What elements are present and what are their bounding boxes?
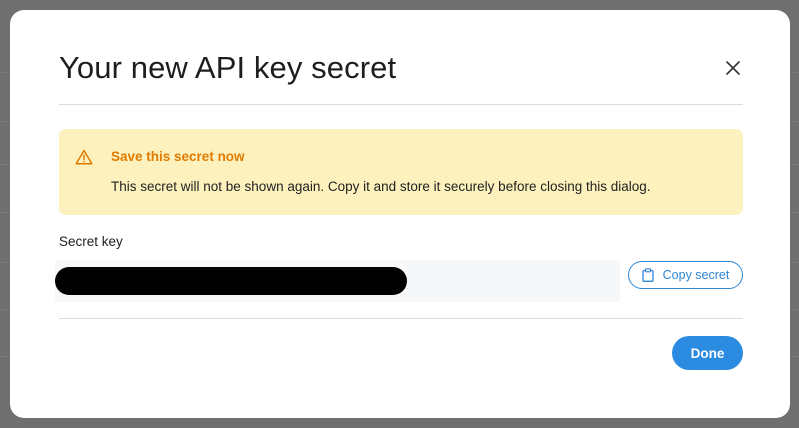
- copy-secret-label: Copy secret: [662, 268, 730, 282]
- dialog-title: Your new API key secret: [59, 50, 397, 85]
- close-icon[interactable]: [726, 61, 740, 75]
- secret-key-label: Secret key: [59, 234, 123, 249]
- copy-secret-button[interactable]: Copy secret: [628, 261, 743, 289]
- alert-message: This secret will not be shown again. Cop…: [111, 179, 651, 194]
- api-key-secret-dialog: Your new API key secret Save this secret…: [10, 10, 790, 418]
- secret-key-field[interactable]: [55, 260, 620, 302]
- clipboard-icon: [641, 268, 654, 282]
- footer-divider: [59, 318, 743, 319]
- secret-key-redaction: [55, 267, 407, 295]
- warning-alert: Save this secret now This secret will no…: [59, 129, 743, 215]
- header-divider: [59, 104, 743, 105]
- warning-icon: [75, 149, 93, 165]
- done-button[interactable]: Done: [672, 336, 743, 370]
- close-button[interactable]: [719, 54, 747, 82]
- alert-title: Save this secret now: [111, 149, 245, 164]
